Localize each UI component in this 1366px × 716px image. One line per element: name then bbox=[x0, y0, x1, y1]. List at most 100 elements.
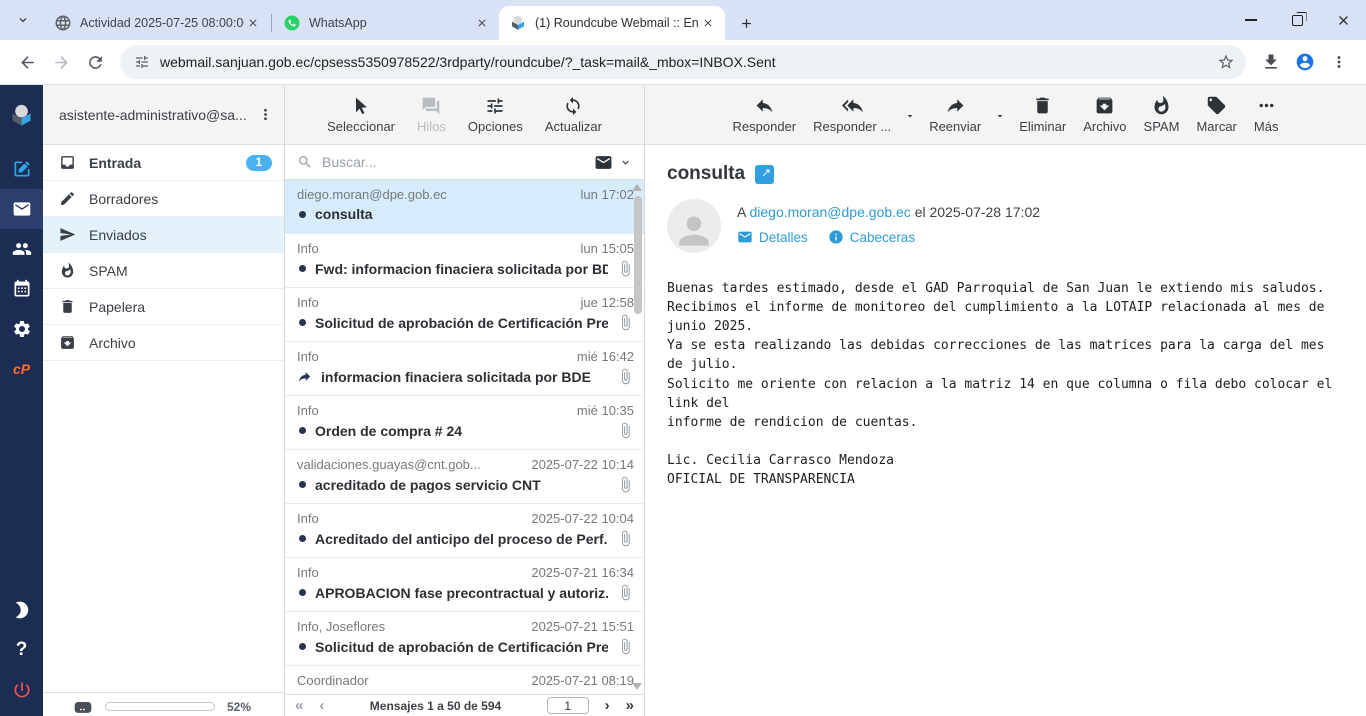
message-row[interactable]: Infolun 15:05 Fwd: informacion finaciera… bbox=[285, 234, 644, 288]
reply-all-button[interactable]: Responder ... bbox=[813, 95, 891, 134]
message-title: consulta bbox=[667, 163, 745, 185]
details-link[interactable]: Detalles bbox=[737, 229, 808, 245]
threads-button[interactable]: Hilos bbox=[417, 96, 446, 134]
message-row[interactable]: Info2025-07-22 10:04 Acreditado del anti… bbox=[285, 504, 644, 558]
more-button[interactable]: Más bbox=[1254, 95, 1279, 134]
page-input[interactable] bbox=[547, 697, 589, 714]
roundcube-logo bbox=[0, 95, 43, 135]
archive-icon bbox=[1094, 95, 1115, 116]
url-text[interactable]: webmail.sanjuan.gob.ec/cpsess5350978522/… bbox=[160, 54, 1212, 70]
profile-button[interactable] bbox=[1288, 45, 1322, 79]
delete-label: Eliminar bbox=[1019, 119, 1066, 134]
back-button[interactable] bbox=[10, 45, 44, 79]
last-page-button[interactable]: » bbox=[626, 698, 634, 713]
list-toolbar: Seleccionar Hilos Opciones Actualizar bbox=[285, 85, 644, 145]
next-page-button[interactable]: › bbox=[605, 698, 610, 713]
folder-label: SPAM bbox=[89, 263, 128, 279]
folder-item-entrada[interactable]: Entrada 1 bbox=[43, 145, 284, 181]
headers-link[interactable]: Cabeceras bbox=[828, 229, 915, 245]
tab-close-button[interactable] bbox=[244, 14, 262, 32]
scrollbar-up-arrow[interactable] bbox=[632, 184, 642, 191]
close-window-button[interactable] bbox=[1320, 0, 1366, 40]
cpanel-button[interactable]: cP bbox=[0, 349, 43, 389]
maximize-button[interactable] bbox=[1274, 0, 1320, 40]
reload-button[interactable] bbox=[78, 45, 112, 79]
new-tab-button[interactable] bbox=[733, 10, 759, 36]
tab-activity[interactable]: Actividad 2025-07-25 08:00:00 bbox=[44, 6, 270, 40]
message-row[interactable]: validaciones.guayas@cnt.gob...2025-07-22… bbox=[285, 450, 644, 504]
refresh-button[interactable]: Actualizar bbox=[545, 96, 602, 134]
browser-menu-button[interactable] bbox=[1322, 45, 1356, 79]
attachment-paperclip-icon bbox=[617, 584, 634, 601]
message-row[interactable]: Info2025-07-21 16:34 APROBACION fase pre… bbox=[285, 558, 644, 612]
unread-count-badge: 1 bbox=[246, 155, 272, 171]
plus-icon bbox=[739, 16, 754, 31]
chevron-down-icon bbox=[619, 156, 632, 169]
help-button[interactable]: ? bbox=[0, 630, 43, 670]
select-button[interactable]: Seleccionar bbox=[327, 96, 395, 134]
pencil-icon bbox=[59, 190, 76, 207]
message-row[interactable]: Infojue 12:58 Solicitud de aprobación de… bbox=[285, 288, 644, 342]
folder-item-spam[interactable]: SPAM bbox=[43, 253, 284, 289]
open-in-new-button[interactable] bbox=[755, 165, 774, 184]
bookmark-star-button[interactable] bbox=[1212, 48, 1240, 76]
site-info-icon[interactable] bbox=[134, 54, 150, 70]
message-row[interactable]: diego.moran@dpe.gob.eclun 17:02 consulta bbox=[285, 180, 644, 234]
first-page-button[interactable]: « bbox=[295, 698, 303, 713]
envelope-icon bbox=[12, 199, 32, 219]
tab-close-button[interactable] bbox=[473, 14, 491, 32]
folder-item-borradores[interactable]: Borradores bbox=[43, 181, 284, 217]
tab-whatsapp[interactable]: WhatsApp bbox=[273, 6, 499, 40]
mail-nav-button[interactable] bbox=[0, 189, 43, 229]
download-button[interactable] bbox=[1254, 45, 1288, 79]
reply-button[interactable]: Responder bbox=[733, 95, 797, 134]
minimize-icon bbox=[1245, 19, 1257, 21]
search-scope-button[interactable] bbox=[594, 153, 632, 172]
folder-item-papelera[interactable]: Papelera bbox=[43, 289, 284, 325]
calendar-icon bbox=[12, 279, 32, 299]
search-input[interactable] bbox=[322, 154, 585, 170]
folder-label: Enviados bbox=[89, 227, 147, 243]
message-row[interactable]: Infomié 10:35 Orden de compra # 24 bbox=[285, 396, 644, 450]
tab-search-button[interactable] bbox=[10, 7, 36, 33]
account-menu-button[interactable] bbox=[254, 106, 276, 123]
unread-dot bbox=[299, 535, 306, 542]
forward-menu-button[interactable] bbox=[994, 108, 1006, 122]
tab-roundcube[interactable]: (1) Roundcube Webmail :: Envia bbox=[499, 6, 725, 40]
tab-close-button[interactable] bbox=[699, 14, 717, 32]
address-bar[interactable]: webmail.sanjuan.gob.ec/cpsess5350978522/… bbox=[120, 45, 1246, 79]
to-email-link[interactable]: diego.moran@dpe.gob.ec bbox=[749, 204, 910, 220]
search-bar bbox=[285, 145, 644, 180]
dark-mode-toggle[interactable] bbox=[0, 590, 43, 630]
options-button[interactable]: Opciones bbox=[468, 96, 523, 134]
message-row[interactable]: Infomié 16:42 informacion finaciera soli… bbox=[285, 342, 644, 396]
mark-button[interactable]: Marcar bbox=[1196, 95, 1236, 134]
folder-item-archivo[interactable]: Archivo bbox=[43, 325, 284, 361]
compose-button[interactable] bbox=[0, 149, 43, 189]
message-row[interactable]: Info, Joseflores2025-07-21 15:51 Solicit… bbox=[285, 612, 644, 666]
prev-page-button[interactable]: ‹ bbox=[319, 698, 324, 713]
message-sender: Info bbox=[297, 295, 573, 310]
spam-button[interactable]: SPAM bbox=[1144, 95, 1180, 134]
calendar-nav-button[interactable] bbox=[0, 269, 43, 309]
moon-icon bbox=[12, 600, 32, 620]
folder-label: Borradores bbox=[89, 191, 158, 207]
scrollbar-down-arrow[interactable] bbox=[632, 683, 642, 690]
settings-nav-button[interactable] bbox=[0, 309, 43, 349]
forward-button[interactable] bbox=[44, 45, 78, 79]
contacts-nav-button[interactable] bbox=[0, 229, 43, 269]
reply-all-menu-button[interactable] bbox=[904, 108, 916, 122]
minimize-button[interactable] bbox=[1228, 0, 1274, 40]
scrollbar-thumb[interactable] bbox=[634, 196, 642, 314]
forward-button[interactable]: Reenviar bbox=[929, 95, 981, 134]
message-subject: APROBACION fase precontractual y autoriz… bbox=[315, 585, 608, 601]
delete-button[interactable]: Eliminar bbox=[1019, 95, 1066, 134]
archive-button[interactable]: Archivo bbox=[1083, 95, 1126, 134]
logout-button[interactable] bbox=[0, 670, 43, 710]
folder-item-enviados[interactable]: Enviados bbox=[43, 217, 284, 253]
message-subject: consulta bbox=[315, 206, 634, 222]
account-header: asistente-administrativo@sa... bbox=[43, 85, 284, 145]
roundcube-favicon-icon bbox=[509, 14, 527, 32]
message-row[interactable]: Coordinador2025-07-21 08:19 bbox=[285, 666, 644, 694]
tab-separator bbox=[271, 14, 272, 32]
